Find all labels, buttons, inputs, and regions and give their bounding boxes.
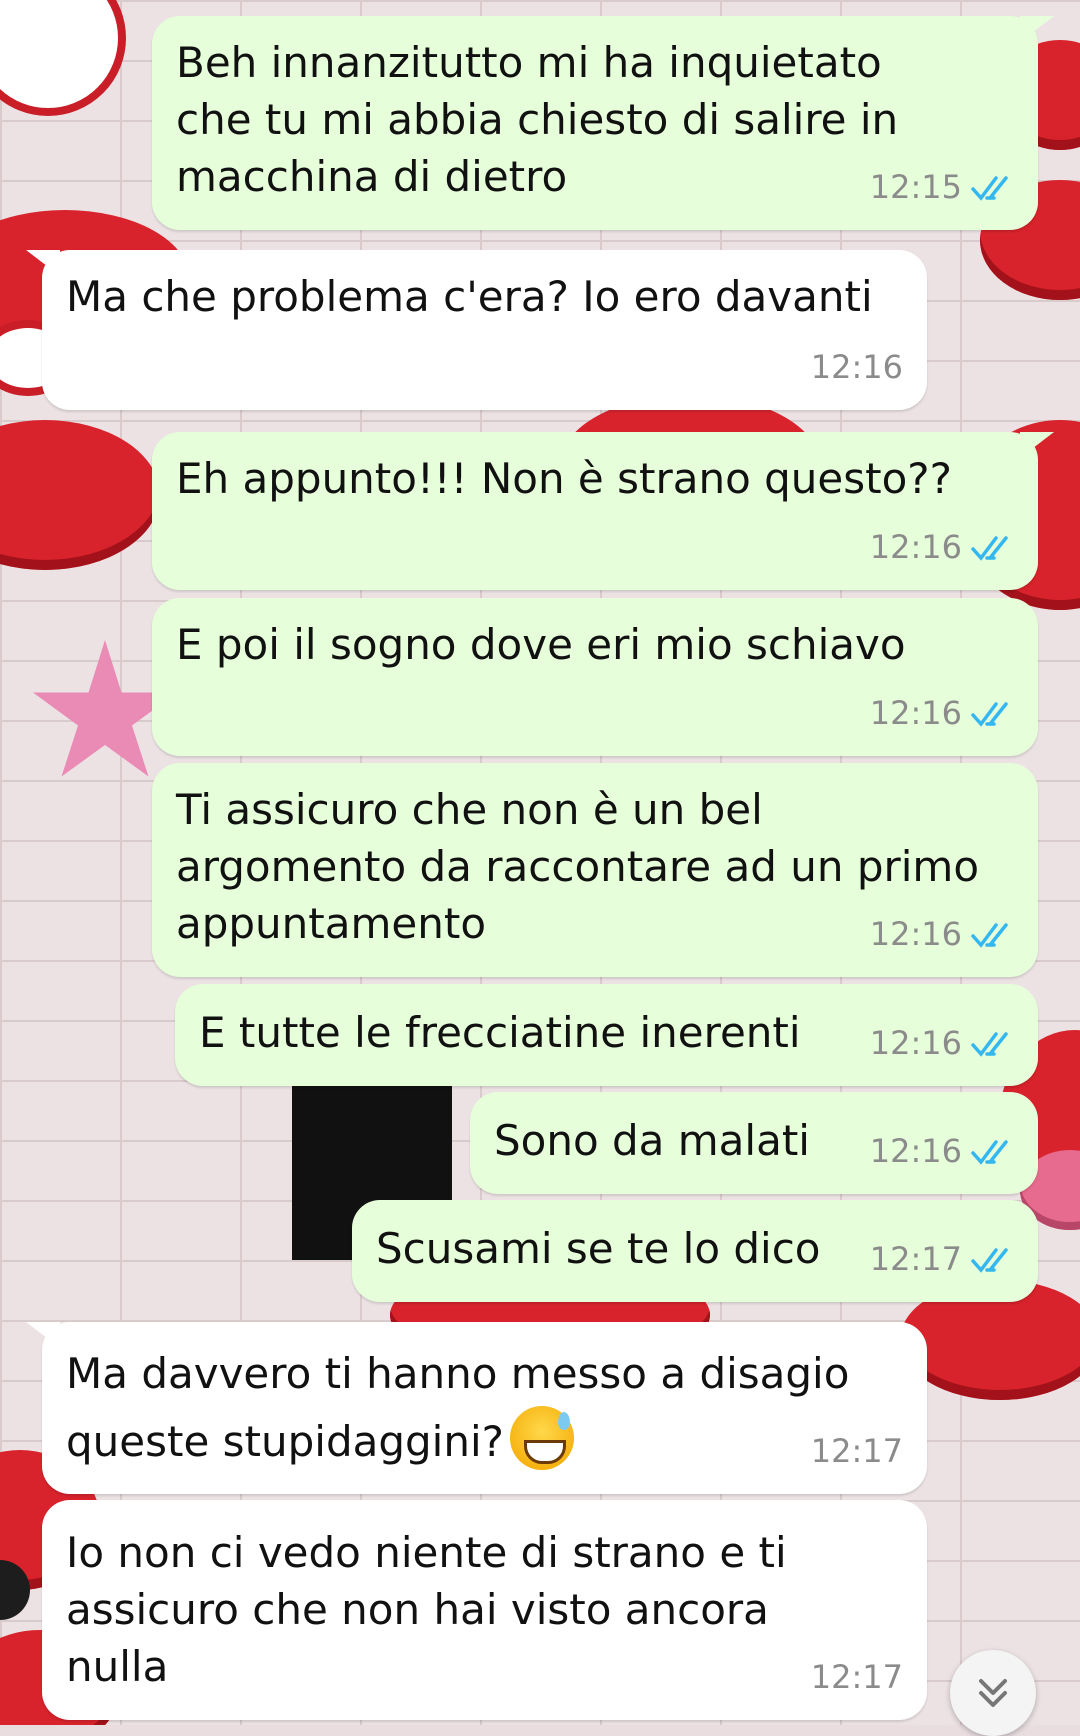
- message-text: Ma davvero ti hanno messo a disagio ques…: [66, 1342, 849, 1474]
- outgoing-message[interactable]: Beh innanzitutto mi ha inquietato che tu…: [152, 16, 1054, 230]
- outgoing-message[interactable]: Eh appunto!!! Non è strano questo?? 12:1…: [152, 432, 1054, 590]
- chevron-double-down-icon: [979, 1679, 1007, 1707]
- message-time: 12:17: [810, 1658, 903, 1696]
- message-text: Ti assicuro che non è un bel argomento d…: [176, 785, 980, 948]
- message-text: Scusami se te lo dico: [376, 1224, 821, 1273]
- read-receipt-icon: [971, 701, 1008, 727]
- outgoing-message[interactable]: E poi il sogno dove eri mio schiavo 12:1…: [152, 598, 1038, 756]
- outgoing-message[interactable]: E tutte le frecciatine inerenti 12:16: [175, 984, 1038, 1086]
- outgoing-message[interactable]: Sono da malati 12:16: [470, 1092, 1038, 1194]
- read-receipt-icon: [971, 535, 1008, 561]
- outgoing-message[interactable]: Ti assicuro che non è un bel argomento d…: [152, 763, 1038, 977]
- read-receipt-icon: [971, 175, 1008, 201]
- incoming-message[interactable]: Io non ci vedo niente di strano e ti ass…: [42, 1500, 927, 1720]
- message-text: Beh innanzitutto mi ha inquietato che tu…: [176, 38, 899, 201]
- message-time: 12:16: [869, 528, 962, 566]
- message-text: Io non ci vedo niente di strano e ti ass…: [66, 1528, 787, 1691]
- read-receipt-icon: [971, 1031, 1008, 1057]
- message-time: 12:17: [869, 1240, 962, 1278]
- message-time: 12:16: [869, 1024, 962, 1062]
- grinning-face-with-sweat-emoji-icon: [509, 1406, 574, 1470]
- outgoing-message[interactable]: Scusami se te lo dico 12:17: [352, 1200, 1038, 1302]
- incoming-message[interactable]: Ma davvero ti hanno messo a disagio ques…: [26, 1322, 927, 1494]
- message-text: Sono da malati: [494, 1116, 810, 1165]
- read-receipt-icon: [971, 922, 1008, 948]
- message-time: 12:16: [810, 348, 903, 386]
- incoming-message[interactable]: Ma che problema c'era? Io ero davanti 12…: [26, 250, 927, 410]
- message-text: Ma che problema c'era? Io ero davanti: [66, 272, 873, 321]
- message-list[interactable]: Beh innanzitutto mi ha inquietato che tu…: [0, 0, 1080, 1725]
- read-receipt-icon: [971, 1139, 1008, 1165]
- read-receipt-icon: [971, 1247, 1008, 1273]
- scroll-to-bottom-button[interactable]: [950, 1650, 1036, 1736]
- message-time: 12:16: [869, 1132, 962, 1170]
- message-text: E poi il sogno dove eri mio schiavo: [176, 620, 906, 669]
- message-time: 12:15: [869, 168, 962, 206]
- message-time: 12:17: [810, 1432, 903, 1470]
- message-time: 12:16: [869, 915, 962, 953]
- message-text: Eh appunto!!! Non è strano questo??: [176, 454, 952, 503]
- message-text: E tutte le frecciatine inerenti: [199, 1008, 801, 1057]
- message-time: 12:16: [869, 694, 962, 732]
